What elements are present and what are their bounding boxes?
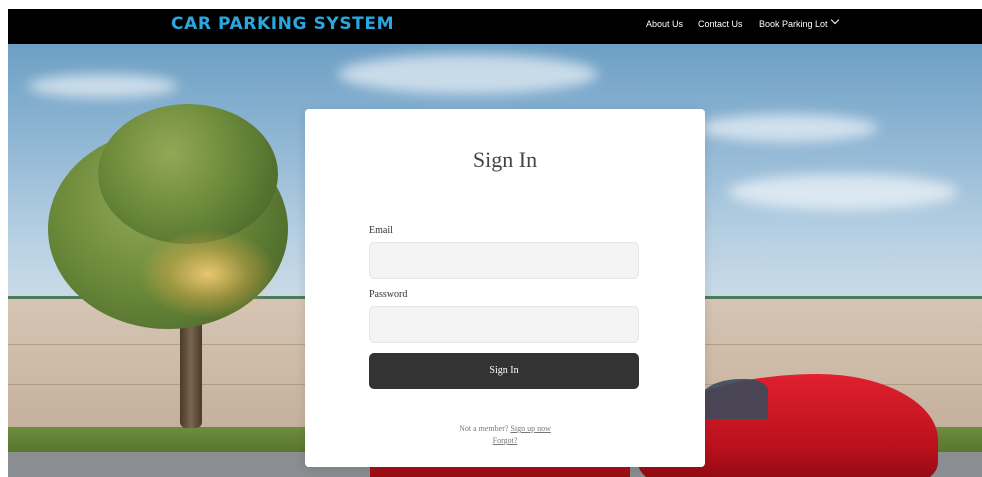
nav-contact-us[interactable]: Contact Us [698,19,743,29]
page-frame: CAR PARKING SYSTEM About Us Contact Us B… [8,9,982,477]
sun-flare [138,229,278,319]
forgot-row: Forgot? [305,436,705,445]
brand-logo[interactable]: CAR PARKING SYSTEM [171,14,394,34]
cloud [698,114,878,142]
cloud [338,54,598,94]
sign-in-card: Sign In Email Password Sign In Not a mem… [305,109,705,467]
chevron-down-icon [830,15,839,25]
sign-up-link[interactable]: Sign up now [510,424,550,433]
password-field[interactable] [369,306,639,343]
email-field[interactable] [369,242,639,279]
cloud [28,74,178,98]
nav-about-us[interactable]: About Us [646,19,683,29]
cloud [728,174,958,210]
not-member-text: Not a member? [459,424,509,433]
sign-in-button[interactable]: Sign In [369,353,639,389]
navbar: CAR PARKING SYSTEM About Us Contact Us B… [8,9,982,44]
email-label: Email [369,225,393,236]
nav-book-parking-lot-label: Book Parking Lot [759,19,828,29]
tree-canopy [98,104,278,244]
forgot-link[interactable]: Forgot? [493,436,518,445]
nav-book-parking-lot[interactable]: Book Parking Lot [759,15,839,29]
email-input[interactable] [370,243,638,278]
signup-prompt: Not a member? Sign up now [305,424,705,433]
password-label: Password [369,289,408,300]
sign-in-title: Sign In [472,147,538,172]
password-input[interactable] [370,307,638,342]
